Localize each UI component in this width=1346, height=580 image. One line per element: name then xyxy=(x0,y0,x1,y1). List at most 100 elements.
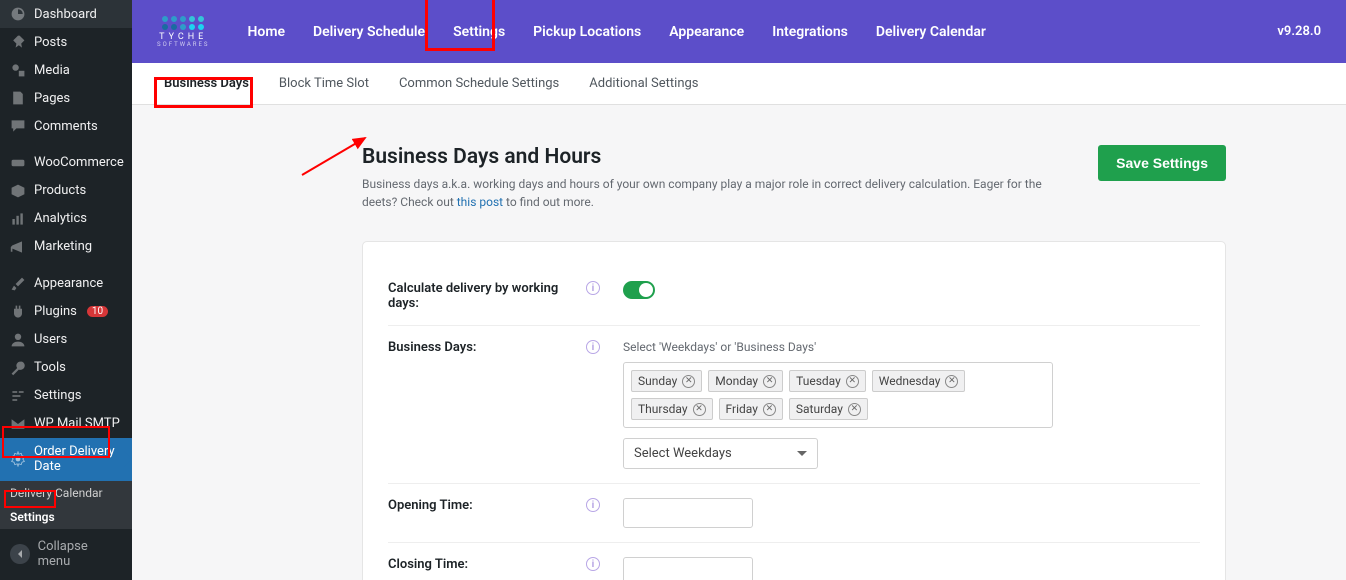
sidebar-label: Appearance xyxy=(34,276,103,291)
media-icon xyxy=(10,62,26,78)
sidebar-label: Products xyxy=(34,183,86,198)
main-content: TYCHE SOFTWARES Home Delivery Schedule S… xyxy=(132,0,1346,580)
comment-icon xyxy=(10,118,26,134)
opening-time-input[interactable] xyxy=(623,498,753,528)
closing-time-label: Closing Time: xyxy=(388,557,563,572)
dashboard-icon xyxy=(10,6,26,22)
sidebar-item-marketing[interactable]: Marketing xyxy=(0,233,132,261)
nav-home[interactable]: Home xyxy=(247,24,285,40)
day-chip[interactable]: Friday✕ xyxy=(719,398,783,420)
sidebar-item-posts[interactable]: Posts xyxy=(0,28,132,56)
info-icon[interactable]: i xyxy=(586,498,600,512)
settings-sub-tabs: Business Days Block Time Slot Common Sch… xyxy=(132,63,1346,105)
day-chip[interactable]: Tuesday✕ xyxy=(789,370,866,392)
plugin-top-nav: TYCHE SOFTWARES Home Delivery Schedule S… xyxy=(132,0,1346,63)
remove-chip-icon[interactable]: ✕ xyxy=(763,403,776,416)
nav-delivery-schedule[interactable]: Delivery Schedule xyxy=(313,24,425,40)
info-icon[interactable]: i xyxy=(586,557,600,571)
sidebar-item-order-delivery-date[interactable]: Order Delivery Date xyxy=(0,438,132,481)
sidebar-label: Dashboard xyxy=(34,7,97,22)
sidebar-label: Settings xyxy=(34,388,81,403)
day-chip[interactable]: Wednesday✕ xyxy=(872,370,966,392)
tools-icon xyxy=(10,360,26,376)
sidebar-item-pages[interactable]: Pages xyxy=(0,84,132,112)
nav-settings[interactable]: Settings xyxy=(453,24,505,40)
user-icon xyxy=(10,332,26,348)
sidebar-subitem-delivery-calendar[interactable]: Delivery Calendar xyxy=(0,481,132,505)
sidebar-item-users[interactable]: Users xyxy=(0,326,132,354)
sidebar-item-woocommerce[interactable]: WooCommerce xyxy=(0,149,132,177)
sidebar-label: Media xyxy=(34,63,70,78)
pin-icon xyxy=(10,34,26,50)
nav-integrations[interactable]: Integrations xyxy=(772,24,848,40)
opening-time-label: Opening Time: xyxy=(388,498,563,513)
plugin-version: v9.28.0 xyxy=(1277,24,1321,39)
business-days-hint: Select 'Weekdays' or 'Business Days' xyxy=(623,340,1200,354)
sidebar-item-appearance[interactable]: Appearance xyxy=(0,270,132,298)
tab-common-schedule[interactable]: Common Schedule Settings xyxy=(399,65,559,102)
sidebar-item-media[interactable]: Media xyxy=(0,56,132,84)
sidebar-subitem-settings[interactable]: Settings xyxy=(0,505,132,529)
nav-appearance[interactable]: Appearance xyxy=(669,24,744,40)
business-days-label: Business Days: xyxy=(388,340,563,355)
remove-chip-icon[interactable]: ✕ xyxy=(945,375,958,388)
page-description: Business days a.k.a. working days and ho… xyxy=(362,175,1068,211)
calc-delivery-toggle[interactable] xyxy=(623,281,655,299)
nav-pickup-locations[interactable]: Pickup Locations xyxy=(533,24,641,40)
sidebar-item-comments[interactable]: Comments xyxy=(0,112,132,140)
tab-block-time-slot[interactable]: Block Time Slot xyxy=(279,65,369,102)
nav-delivery-calendar[interactable]: Delivery Calendar xyxy=(876,24,986,40)
sidebar-item-products[interactable]: Products xyxy=(0,177,132,205)
dropdown-selected: Select Weekdays xyxy=(634,446,732,461)
select-weekdays-dropdown[interactable]: Select Weekdays xyxy=(623,438,818,469)
sidebar-item-wpmailsmtp[interactable]: WP Mail SMTP xyxy=(0,410,132,438)
sidebar-item-settings[interactable]: Settings xyxy=(0,382,132,410)
remove-chip-icon[interactable]: ✕ xyxy=(682,375,695,388)
remove-chip-icon[interactable]: ✕ xyxy=(848,403,861,416)
wp-admin-sidebar: Dashboard Posts Media Pages Comments Woo… xyxy=(0,0,132,580)
remove-chip-icon[interactable]: ✕ xyxy=(763,375,776,388)
settings-icon xyxy=(10,388,26,404)
info-icon[interactable]: i xyxy=(586,340,600,354)
collapse-label: Collapse menu xyxy=(38,539,122,570)
sidebar-item-plugins[interactable]: Plugins 10 xyxy=(0,298,132,326)
sidebar-label: WooCommerce xyxy=(34,155,124,170)
sidebar-label: WP Mail SMTP xyxy=(34,416,120,431)
sidebar-label: Pages xyxy=(34,91,70,106)
day-chip[interactable]: Sunday✕ xyxy=(631,370,702,392)
tab-business-days[interactable]: Business Days xyxy=(164,65,249,102)
woo-icon xyxy=(10,155,26,171)
sidebar-label: Plugins xyxy=(34,304,77,319)
remove-chip-icon[interactable]: ✕ xyxy=(693,403,706,416)
sidebar-label: Marketing xyxy=(34,239,92,254)
this-post-link[interactable]: this post xyxy=(457,195,503,209)
pages-icon xyxy=(10,90,26,106)
sidebar-item-dashboard[interactable]: Dashboard xyxy=(0,0,132,28)
mail-icon xyxy=(10,416,26,432)
sidebar-label: Posts xyxy=(34,35,67,50)
closing-time-input[interactable] xyxy=(623,557,753,580)
day-chip[interactable]: Thursday✕ xyxy=(631,398,713,420)
gear-icon xyxy=(10,451,26,467)
day-chip[interactable]: Monday✕ xyxy=(708,370,783,392)
calc-delivery-label: Calculate delivery by working days: xyxy=(388,281,563,311)
sidebar-label: Order Delivery Date xyxy=(34,444,122,475)
tab-additional[interactable]: Additional Settings xyxy=(589,65,698,102)
sidebar-label: Analytics xyxy=(34,211,87,226)
settings-panel: Calculate delivery by working days: i Bu… xyxy=(362,241,1226,580)
plugins-count-badge: 10 xyxy=(87,306,108,317)
save-settings-button[interactable]: Save Settings xyxy=(1098,145,1226,181)
brush-icon xyxy=(10,276,26,292)
remove-chip-icon[interactable]: ✕ xyxy=(846,375,859,388)
day-chip[interactable]: Saturday✕ xyxy=(789,398,868,420)
info-icon[interactable]: i xyxy=(586,281,600,295)
collapse-icon xyxy=(10,544,30,564)
business-days-chips: Sunday✕ Monday✕ Tuesday✕ Wednesday✕ Thursday… xyxy=(623,362,1053,428)
page-title: Business Days and Hours xyxy=(362,145,1068,169)
sidebar-item-analytics[interactable]: Analytics xyxy=(0,205,132,233)
sidebar-label: Tools xyxy=(34,360,66,375)
sidebar-item-tools[interactable]: Tools xyxy=(0,354,132,382)
sidebar-label: Users xyxy=(34,332,67,347)
collapse-menu-button[interactable]: Collapse menu xyxy=(0,529,132,580)
brand-sub: SOFTWARES xyxy=(157,42,209,48)
